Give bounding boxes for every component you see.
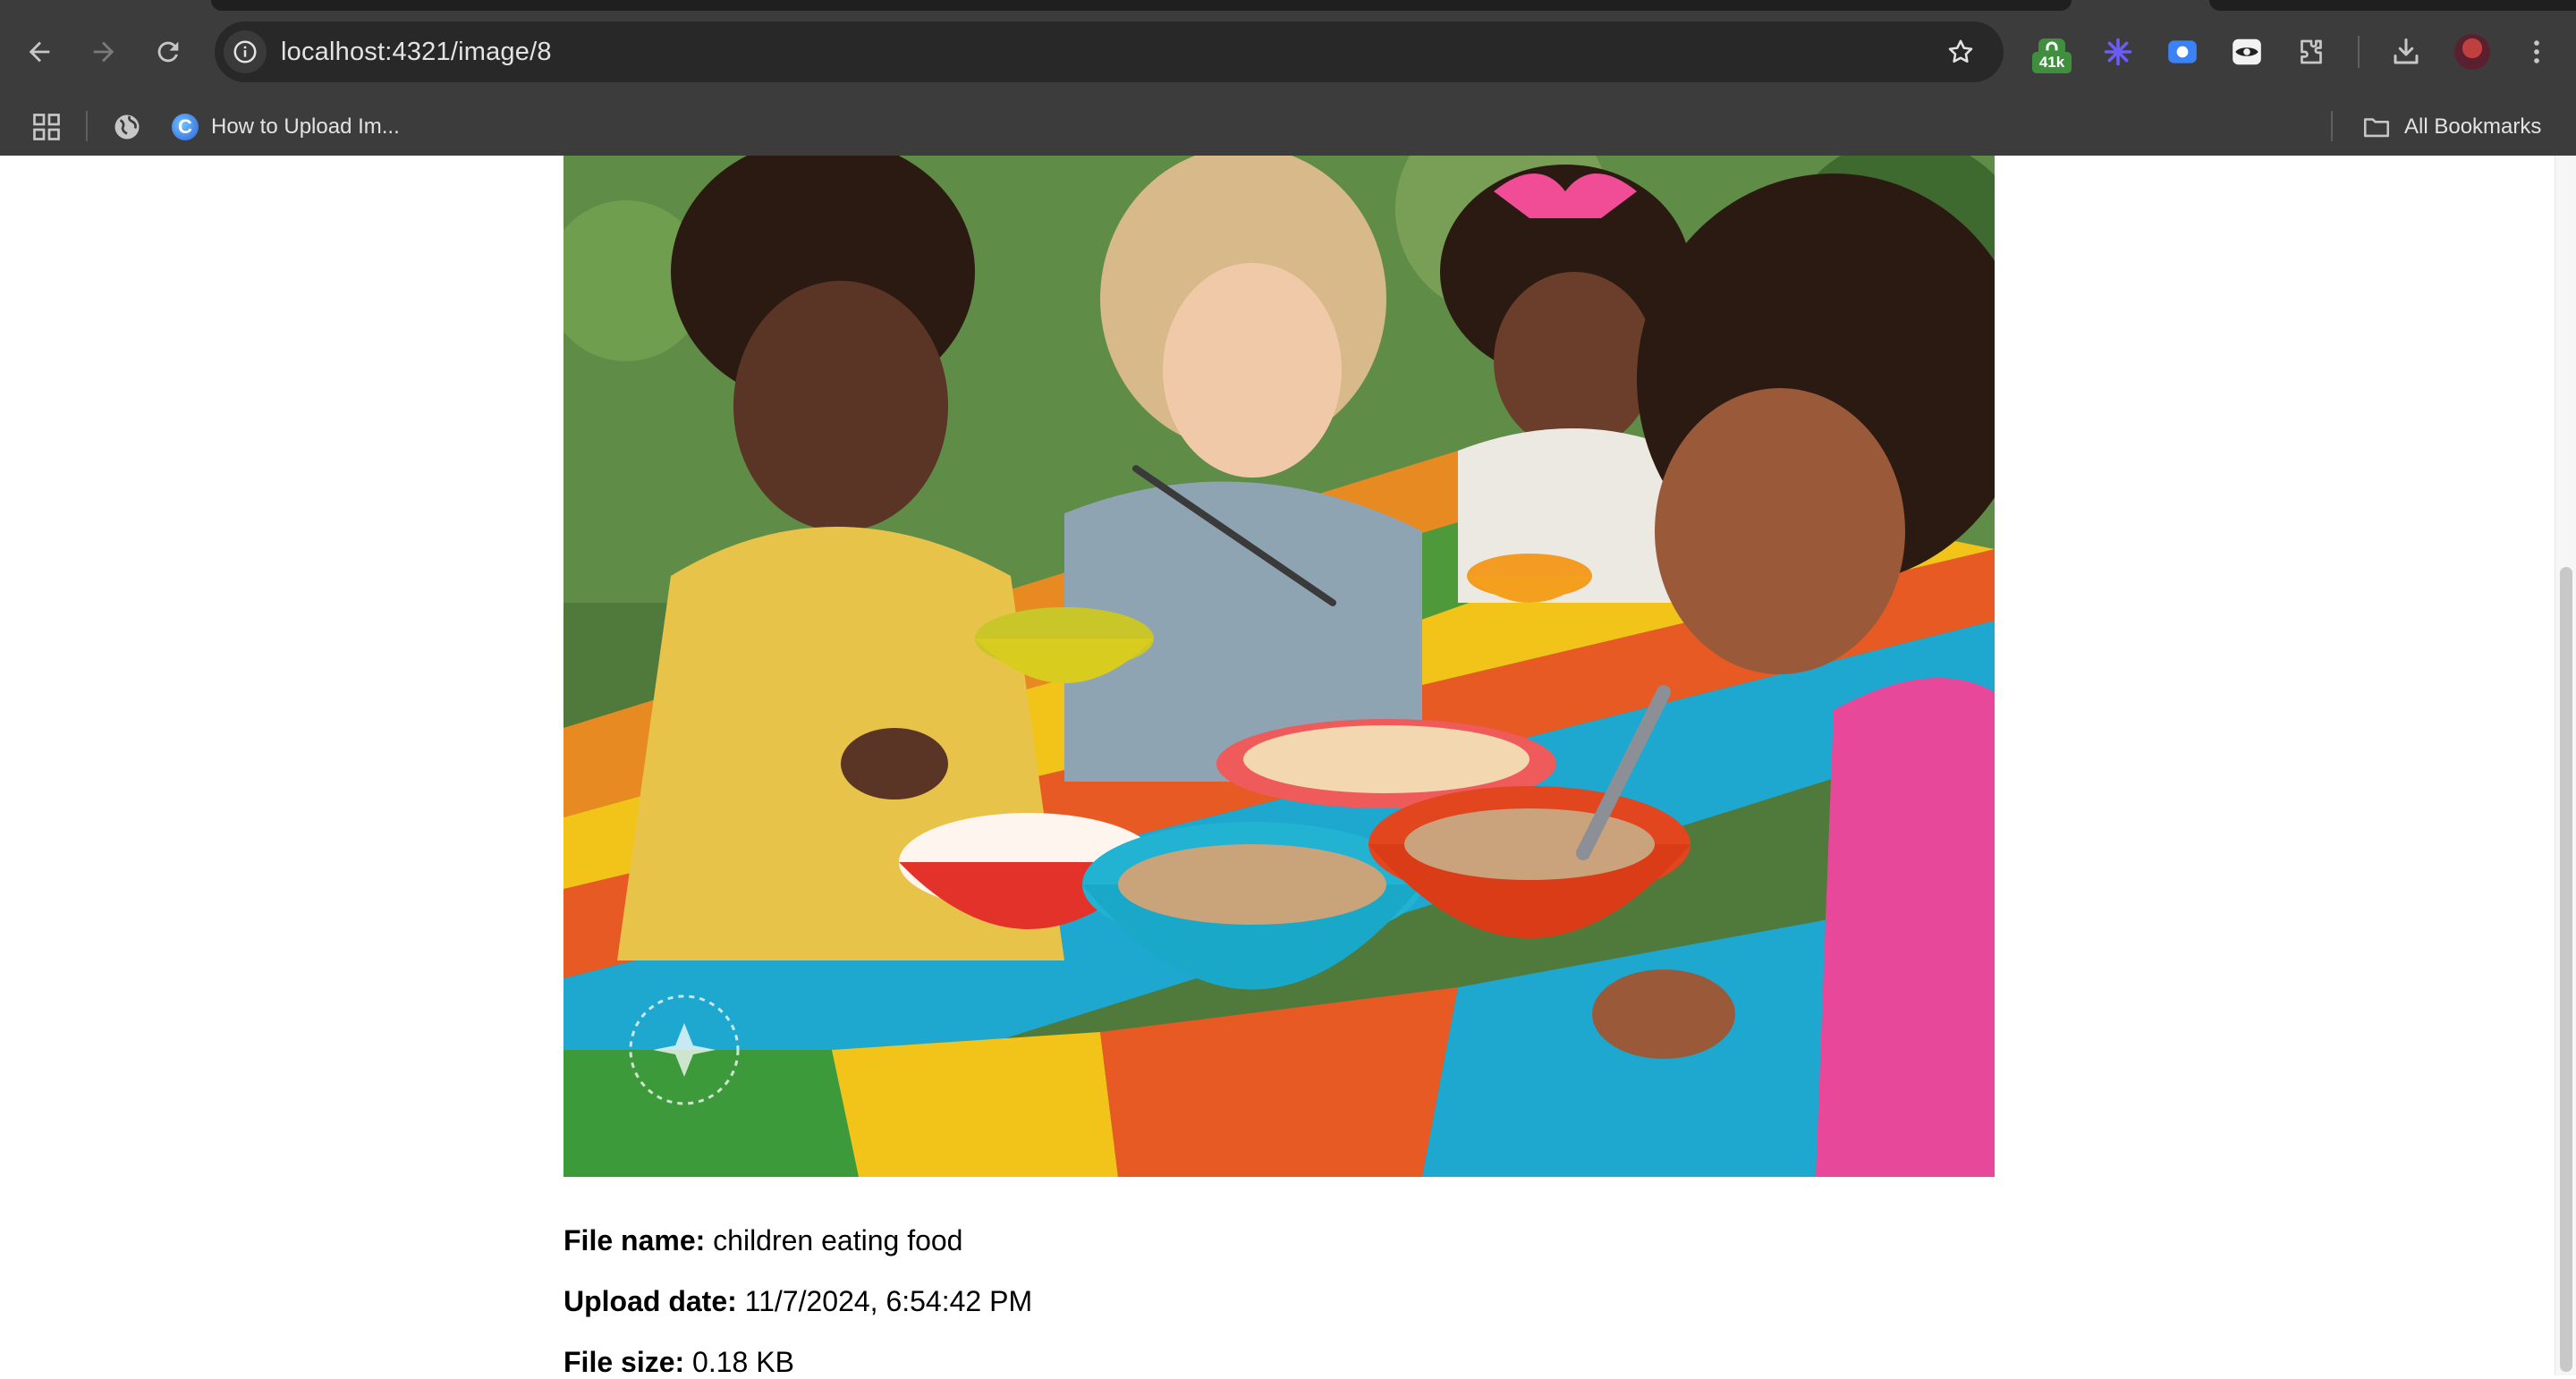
eye-extension-icon: [2233, 38, 2261, 65]
file-name-label: File name:: [564, 1224, 714, 1256]
apps-grid-icon[interactable]: [30, 111, 63, 143]
browser-chrome: localhost:4321/image/8 41k C How to Uplo…: [0, 0, 2576, 156]
children-eating-illustration: [564, 156, 1995, 1177]
profile-avatar[interactable]: [2454, 34, 2490, 70]
asterisk-extension-icon: [2104, 38, 2132, 66]
file-name-value: children eating food: [713, 1224, 963, 1256]
browser-menu-button[interactable]: [2515, 30, 2558, 73]
tab-strip: [211, 0, 2072, 11]
reload-button[interactable]: [143, 27, 193, 77]
upload-date-row: Upload date: 11/7/2024, 6:54:42 PM: [564, 1285, 1032, 1318]
upload-date-value: 11/7/2024, 6:54:42 PM: [744, 1285, 1033, 1317]
extensions-menu-button[interactable]: [2290, 30, 2333, 73]
file-size-row: File size: 0.18 KB: [564, 1346, 794, 1379]
bookmark-star-button[interactable]: [1943, 34, 1979, 70]
upload-date-label: Upload date:: [564, 1285, 745, 1317]
arrow-left-icon: [29, 41, 50, 63]
file-size-label: File size:: [564, 1346, 693, 1378]
all-bookmarks-button[interactable]: All Bookmarks: [2361, 107, 2541, 147]
forward-button[interactable]: [79, 27, 129, 77]
screen-capture-extension-icon: [2168, 40, 2197, 63]
downloads-button[interactable]: [2385, 30, 2428, 73]
bookmark-favicon: C: [172, 114, 199, 140]
all-bookmarks-label: All Bookmarks: [2404, 114, 2542, 139]
tab-strip-right: [2209, 0, 2576, 11]
file-size-value: 0.18 KB: [692, 1346, 794, 1378]
url-text[interactable]: localhost:4321/image/8: [281, 21, 552, 82]
extension-eye-button[interactable]: [2225, 30, 2268, 73]
extension-asterisk-button[interactable]: [2097, 30, 2140, 73]
puzzle-icon: [2301, 39, 2322, 64]
globe-icon[interactable]: [111, 111, 143, 143]
page-content: File name: children eating food Upload d…: [0, 156, 2576, 1378]
reload-icon: [157, 41, 179, 63]
scrollbar[interactable]: [2555, 156, 2576, 1375]
back-button[interactable]: [14, 27, 64, 77]
bookmarks-separator-right: [2331, 111, 2333, 141]
star-icon: [1948, 39, 1973, 63]
bookmarks-bar: C How to Upload Im... All Bookmarks: [0, 98, 2576, 156]
address-bar[interactable]: localhost:4321/image/8: [215, 21, 2004, 82]
site-info-button[interactable]: [224, 30, 267, 73]
folder-icon: [2363, 118, 2390, 138]
bookmark-label: How to Upload Im...: [211, 114, 400, 139]
main-image: [564, 156, 1995, 1177]
extension-badge: 41k: [2032, 52, 2072, 73]
toolbar-separator: [2358, 36, 2360, 68]
file-name-row: File name: children eating food: [564, 1224, 962, 1257]
bookmark-item[interactable]: C How to Upload Im...: [172, 107, 400, 147]
kebab-menu-icon: [2534, 40, 2539, 63]
extension-screen-button[interactable]: [2161, 30, 2204, 73]
scrollbar-thumb[interactable]: [2560, 567, 2572, 1372]
bookmarks-separator: [86, 111, 88, 141]
info-icon: [233, 40, 257, 63]
download-icon: [2394, 38, 2419, 64]
arrow-right-icon: [93, 41, 114, 63]
